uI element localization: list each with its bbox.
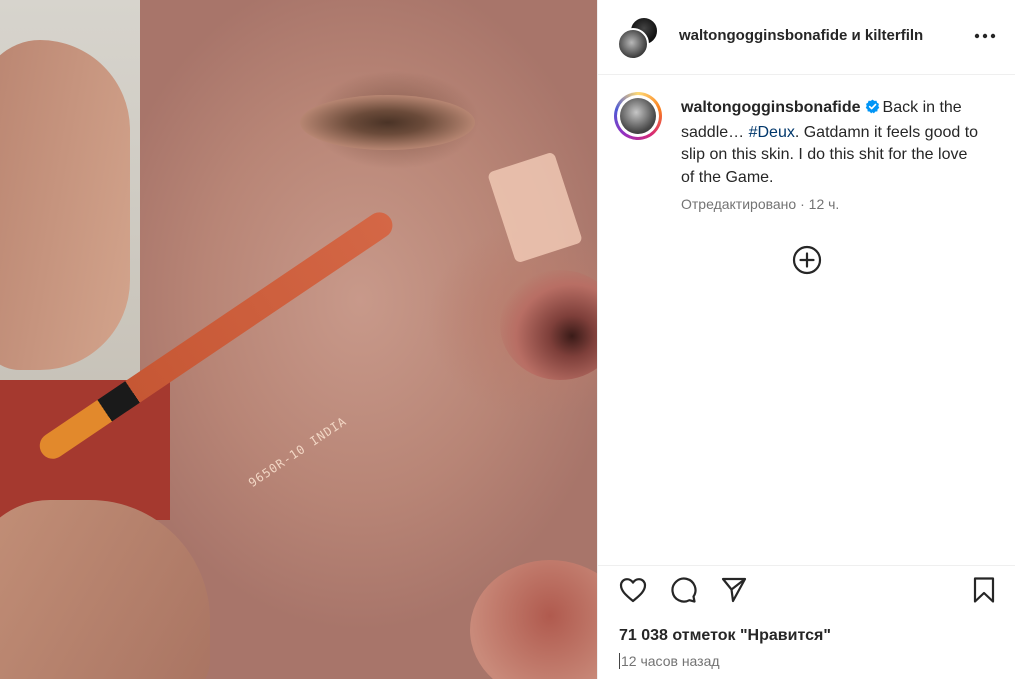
post-header: waltongogginsbonafide и kilterfiln xyxy=(598,0,1015,75)
avatar[interactable] xyxy=(617,28,649,60)
action-bar: 71 038 отметок "Нравится" 12 часов назад xyxy=(598,565,1015,680)
avatar-image xyxy=(620,98,656,134)
share-icon xyxy=(721,577,747,603)
edited-label: Отредактировано xyxy=(681,196,797,212)
save-button[interactable] xyxy=(968,574,1000,606)
image-hand xyxy=(0,40,130,370)
share-button[interactable] xyxy=(718,574,750,606)
caption-username[interactable]: waltongogginsbonafide xyxy=(681,99,861,116)
caption-text: waltongogginsbonafide Back in the saddle…… xyxy=(681,97,981,189)
image-hand xyxy=(0,500,210,679)
plus-circle-icon xyxy=(792,245,822,275)
caption-timestamp[interactable]: 12 ч. xyxy=(809,196,840,212)
meta-separator: · xyxy=(800,196,805,212)
image-red-fabric xyxy=(0,380,170,520)
image-tape xyxy=(487,151,583,264)
comment-icon xyxy=(671,577,697,603)
bookmark-icon xyxy=(973,577,995,603)
caption-meta: Отредактировано · 12 ч. xyxy=(681,196,839,212)
heart-icon xyxy=(619,578,647,603)
image-lip xyxy=(470,560,597,679)
image-pencil-label: 9650R-10 INDIA xyxy=(245,413,350,491)
image-nose xyxy=(500,270,597,380)
likes-count[interactable]: 71 038 отметок "Нравится" xyxy=(619,627,831,645)
more-horizontal-icon xyxy=(974,33,996,39)
avatar[interactable] xyxy=(614,92,662,140)
post-sidebar: waltongogginsbonafide и kilterfiln walto… xyxy=(597,0,1015,679)
post-timestamp[interactable]: 12 часов назад xyxy=(619,653,720,669)
like-button[interactable] xyxy=(617,574,649,606)
post-authors[interactable]: waltongogginsbonafide и kilterfiln xyxy=(679,27,957,44)
view-replies-button[interactable] xyxy=(792,245,822,275)
post-image: 9650R-10 INDIA xyxy=(0,0,597,679)
image-eye xyxy=(300,95,475,150)
hashtag-link[interactable]: #Deux xyxy=(749,124,795,141)
verified-badge-icon xyxy=(865,99,880,122)
comment-button[interactable] xyxy=(667,574,699,606)
more-options-button[interactable] xyxy=(971,24,999,48)
collab-avatars[interactable] xyxy=(617,16,659,60)
